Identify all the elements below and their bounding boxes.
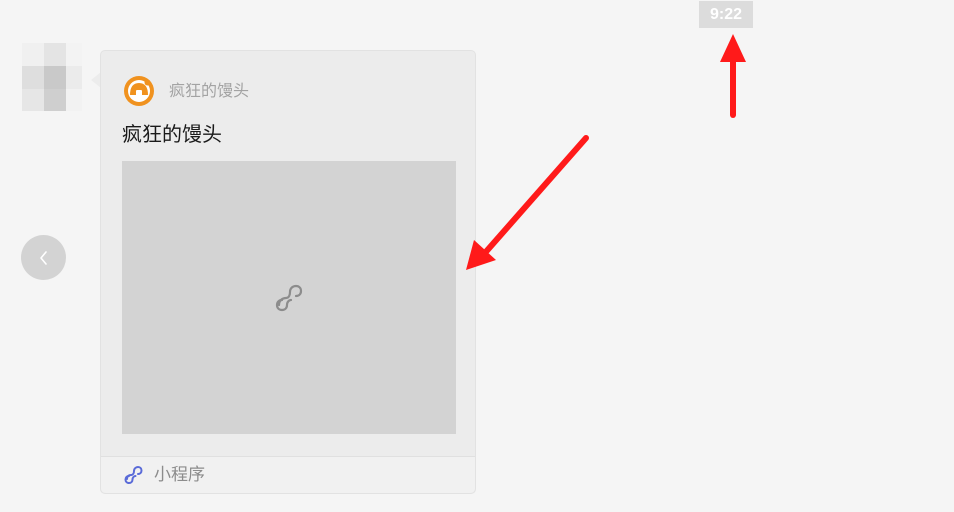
- app-logo-icon: [124, 76, 154, 106]
- annotation-arrow-up: [720, 34, 746, 118]
- mini-program-icon: [124, 465, 143, 485]
- sender-avatar[interactable]: [22, 43, 82, 111]
- annotation-arrow-diagonal: [466, 135, 589, 270]
- message-timestamp: 9:22: [699, 1, 753, 28]
- card-preview-image[interactable]: [122, 161, 456, 434]
- mini-program-icon: [275, 284, 303, 311]
- previous-button[interactable]: [21, 235, 66, 280]
- card-header: 疯狂的馒头: [123, 75, 249, 107]
- chevron-left-icon: [39, 250, 47, 265]
- mini-program-card[interactable]: 疯狂的馒头 疯狂的馒头 小程序: [100, 50, 476, 494]
- app-name: 疯狂的馒头: [169, 81, 250, 100]
- card-title: 疯狂的馒头: [122, 122, 222, 146]
- footer-label: 小程序: [154, 464, 205, 485]
- card-footer: 小程序: [101, 456, 475, 493]
